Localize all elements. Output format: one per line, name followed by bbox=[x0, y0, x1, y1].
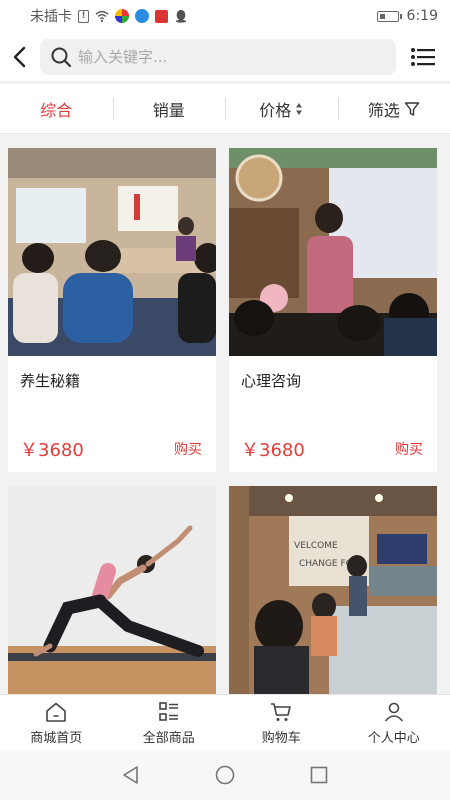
product-title: 养生秘籍 bbox=[20, 372, 81, 390]
product-image-classroom[interactable] bbox=[8, 148, 216, 356]
wifi-icon bbox=[95, 10, 109, 22]
search-input[interactable] bbox=[78, 47, 378, 66]
system-nav-bar bbox=[0, 750, 450, 800]
back-button[interactable] bbox=[0, 32, 40, 82]
tab-sales[interactable]: 销量 bbox=[112, 84, 226, 134]
news-notification-icon bbox=[155, 9, 168, 23]
product-price: ￥3680 bbox=[241, 440, 305, 461]
user-icon bbox=[384, 702, 403, 722]
product-price: ￥3680 bbox=[20, 440, 84, 461]
tab-comprehensive[interactable]: 综合 bbox=[0, 84, 113, 134]
nav-label: 购物车 bbox=[261, 730, 301, 746]
product-card[interactable] bbox=[8, 486, 216, 694]
nav-label: 个人中心 bbox=[367, 730, 420, 746]
search-icon bbox=[51, 47, 72, 67]
tab-label: 销量 bbox=[152, 100, 185, 120]
list-menu-icon bbox=[411, 47, 435, 66]
qq-icon bbox=[175, 9, 187, 23]
clock-text: 6:19 bbox=[406, 8, 438, 24]
search-header bbox=[0, 32, 450, 82]
buy-button[interactable]: 购买 bbox=[395, 439, 423, 459]
product-card[interactable]: 心理咨询 ￥3680 购买 bbox=[229, 148, 437, 472]
nav-label: 商城首页 bbox=[30, 730, 83, 746]
home-circle-icon[interactable] bbox=[214, 764, 236, 786]
product-image-meeting[interactable]: VELCOME CHANGE FO bbox=[229, 486, 437, 694]
nav-label: 全部商品 bbox=[142, 730, 195, 746]
menu-button[interactable] bbox=[396, 32, 450, 82]
filter-funnel-icon bbox=[404, 101, 419, 116]
tab-label: 价格 bbox=[259, 100, 292, 120]
tab-label: 筛选 bbox=[367, 100, 400, 120]
grid-list-icon bbox=[158, 701, 178, 721]
sim-alert-icon: ! bbox=[78, 9, 89, 23]
sort-arrows-icon bbox=[296, 102, 303, 115]
product-card[interactable]: 养生秘籍 ￥3680 购买 bbox=[8, 148, 216, 472]
nav-all-products[interactable]: 全部商品 bbox=[113, 695, 226, 750]
back-triangle-icon[interactable] bbox=[120, 764, 142, 786]
battery-icon bbox=[376, 10, 402, 22]
svg-text:CHANGE FO: CHANGE FO bbox=[299, 559, 353, 569]
status-bar: 未插卡 ! 6:19 bbox=[0, 0, 450, 32]
product-card[interactable]: VELCOME CHANGE FO bbox=[229, 486, 437, 694]
nav-home[interactable]: 商城首页 bbox=[0, 695, 113, 750]
product-title: 心理咨询 bbox=[241, 372, 302, 390]
svg-text:VELCOME: VELCOME bbox=[294, 541, 338, 551]
cart-icon bbox=[271, 702, 292, 721]
recents-square-icon[interactable] bbox=[308, 764, 330, 786]
bottom-nav: 商城首页 全部商品 购物车 个人中心 bbox=[0, 694, 450, 750]
product-image-speaker[interactable] bbox=[229, 148, 437, 356]
chevron-left-icon bbox=[13, 46, 26, 67]
home-icon bbox=[46, 702, 67, 722]
sort-tabs: 综合 销量 价格 筛选 bbox=[0, 84, 450, 134]
tab-filter[interactable]: 筛选 bbox=[337, 84, 450, 134]
carrier-text: 未插卡 bbox=[30, 9, 72, 25]
tab-label: 综合 bbox=[40, 100, 73, 120]
app-notification-icon bbox=[115, 9, 129, 23]
product-image-yoga[interactable] bbox=[8, 486, 216, 694]
tab-price[interactable]: 价格 bbox=[225, 84, 338, 134]
nav-profile[interactable]: 个人中心 bbox=[338, 695, 450, 750]
buy-button[interactable]: 购买 bbox=[174, 439, 202, 459]
search-box[interactable] bbox=[40, 38, 396, 75]
browser-notification-icon bbox=[135, 9, 149, 23]
nav-cart[interactable]: 购物车 bbox=[225, 695, 338, 750]
